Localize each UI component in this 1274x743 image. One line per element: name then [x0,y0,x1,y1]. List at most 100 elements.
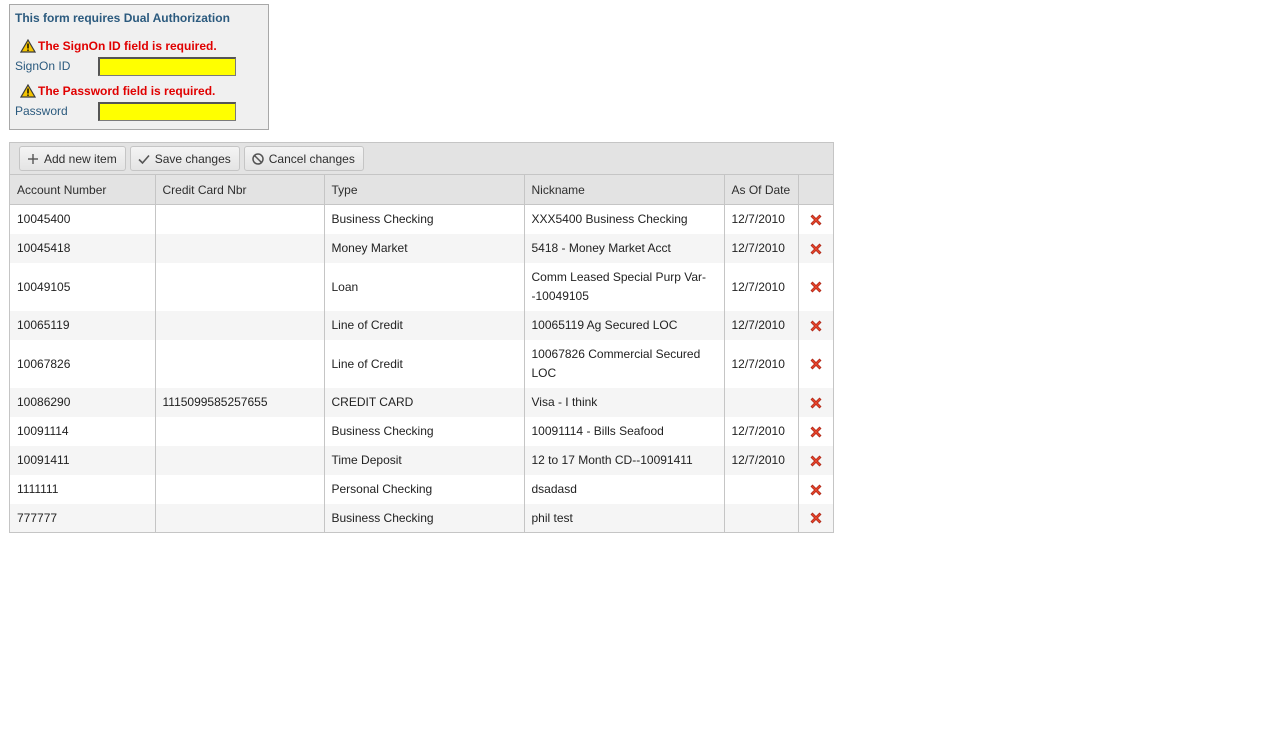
auth-title: This form requires Dual Authorization [15,11,230,25]
cell-account: 10045418 [10,234,155,263]
cell-type: Business Checking [323,204,524,234]
cell-type: CREDIT CARD [323,388,524,417]
cell-type: Time Deposit [323,446,524,475]
table-row[interactable]: 777777 Business Checking phil test [10,504,833,532]
cell-type: Business Checking [323,504,524,532]
cell-type: Money Market [323,234,524,263]
cell-card [154,475,324,504]
delete-x-icon[interactable] [808,482,824,498]
cell-nickname: dsadasd [523,475,724,504]
cell-type: Loan [323,263,524,311]
cell-nickname: 10065119 Ag Secured LOC [523,311,724,340]
table-row[interactable]: 10045418 Money Market 5418 - Money Marke… [10,234,833,263]
cell-card [154,204,324,234]
delete-x-icon[interactable] [808,318,824,334]
grid-toolbar: Add new item Save changes Cancel changes [10,143,833,175]
cell-card [154,446,324,475]
header-actions [797,175,833,205]
cell-date: 12/7/2010 [723,446,798,475]
cell-nickname: 12 to 17 Month CD--10091411 [523,446,724,475]
cancel-changes-label: Cancel changes [268,151,355,166]
table-row[interactable]: 10045400 Business Checking XXX5400 Busin… [10,204,833,234]
header-account-number[interactable]: Account Number [10,175,155,205]
cell-delete [797,504,833,532]
accounts-grid: Add new item Save changes Cancel changes [9,142,834,533]
table-row[interactable]: 1111111 Personal Checking dsadasd [10,475,833,504]
dual-authorization-panel: This form requires Dual Authorization Th… [9,4,269,130]
signon-error-text: The SignOn ID field is required. [38,39,217,53]
cell-date: 12/7/2010 [723,311,798,340]
cell-date: 12/7/2010 [723,204,798,234]
cell-card [154,504,324,532]
delete-x-icon[interactable] [808,395,824,411]
table-row[interactable]: 10049105 Loan Comm Leased Special Purp V… [10,263,833,311]
signon-error: The SignOn ID field is required. [20,39,217,53]
cell-account: 10091114 [17,424,69,438]
cell-account: 10067826 [17,356,71,371]
delete-x-icon[interactable] [808,510,824,526]
cell-card: 1115099585257655 [154,388,324,417]
cell-account: 777777 [10,504,155,532]
table-row[interactable]: 10091114 Business Checking 10091114 - Bi… [10,417,833,446]
password-label: Password [15,104,68,118]
delete-x-icon[interactable] [808,241,824,257]
cell-type: Business Checking [323,417,524,446]
cell-nickname: Comm Leased Special Purp Var--10049105 [523,263,724,311]
cell-type: Personal Checking [323,475,524,504]
cell-delete [797,204,833,234]
delete-x-icon[interactable] [808,279,824,295]
cell-date [723,388,798,417]
delete-x-icon[interactable] [808,212,824,228]
header-nickname[interactable]: Nickname [523,175,724,205]
table-row[interactable]: 10091411 Time Deposit 12 to 17 Month CD-… [10,446,833,475]
cell-account: 10065119 [10,311,155,340]
plus-icon [28,153,38,164]
table-row[interactable]: 10065119 Line of Credit 10065119 Ag Secu… [10,311,833,340]
cell-date: 12/7/2010 [723,340,798,388]
cancel-changes-button[interactable]: Cancel changes [243,146,364,171]
delete-x-icon[interactable] [808,356,824,372]
cell-card [154,263,324,311]
cell-delete [797,417,833,446]
cell-nickname: XXX5400 Business Checking [523,204,724,234]
cell-delete [797,446,833,475]
cell-date: 12/7/2010 [723,417,798,446]
table-row[interactable]: 10086290 1115099585257655 CREDIT CARD Vi… [10,388,833,417]
cell-type: Line of Credit [323,340,524,388]
cell-card [154,340,324,388]
cell-nickname: phil test [523,504,724,532]
cell-type: Line of Credit [323,311,524,340]
cell-account: 10049105 [17,279,71,294]
header-as-of-date[interactable]: As Of Date [723,175,798,205]
warning-icon [20,84,36,98]
cell-account: 10086290 [10,388,155,417]
cell-card [154,311,324,340]
cell-account: 10045400 [17,212,71,226]
cell-date [723,475,798,504]
cell-delete [797,311,833,340]
cell-account: 10091411 [10,446,155,475]
password-error-text: The Password field is required. [38,84,216,98]
delete-x-icon[interactable] [808,453,824,469]
header-type[interactable]: Type [323,175,524,205]
cell-nickname: Visa - I think [523,388,724,417]
cell-delete [797,340,833,388]
accounts-table: Account Number Credit Card Nbr Type Nick… [10,175,833,532]
password-input[interactable] [98,102,236,121]
cell-delete [797,475,833,504]
cell-date [723,504,798,532]
checkmark-icon [138,154,150,164]
signon-id-input[interactable] [98,57,236,76]
cell-nickname: 5418 - Money Market Acct [523,234,724,263]
signon-label: SignOn ID [15,59,71,73]
warning-icon [20,39,36,53]
cell-account: 1111111 [17,482,59,496]
table-row[interactable]: 10067826 Line of Credit 10067826 Commerc… [10,340,833,388]
add-new-item-button[interactable]: Add new item [19,146,126,171]
cell-delete [797,263,833,311]
cell-nickname: 10067826 Commercial Secured LOC [523,340,724,388]
save-changes-button[interactable]: Save changes [129,146,240,171]
cell-date: 12/7/2010 [723,234,798,263]
delete-x-icon[interactable] [808,424,824,440]
header-credit-card-nbr[interactable]: Credit Card Nbr [154,175,324,205]
